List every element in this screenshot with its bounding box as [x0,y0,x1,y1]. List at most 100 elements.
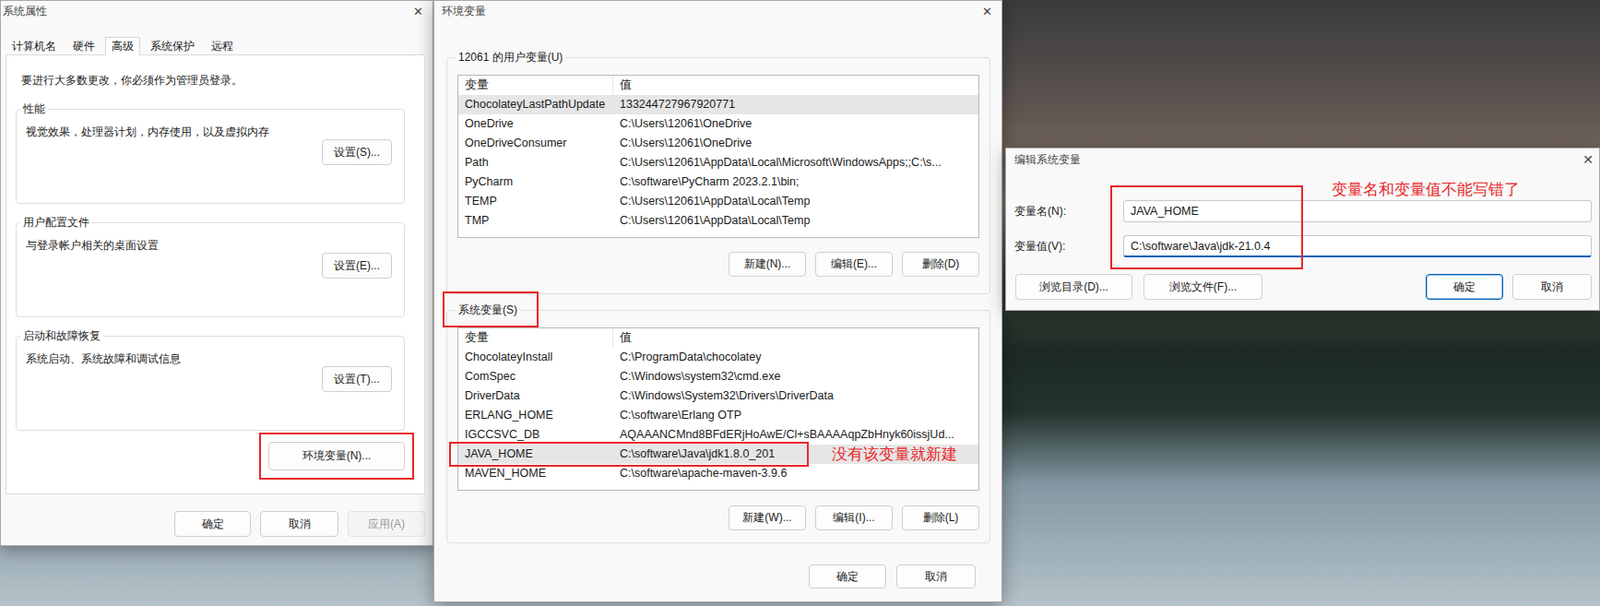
table-header: 变量值 [458,75,979,95]
dialog-buttons: 浏览目录(D)... 浏览文件(F)... 确定取消 [1006,273,1600,300]
section-button[interactable]: 新建(W)... [728,505,806,531]
annotation-box [1110,185,1304,270]
variable-name: TMP [458,211,614,231]
settings-button[interactable]: 设置(S)... [321,139,392,166]
variable-name: TEMP [458,191,614,212]
dialog-button[interactable]: 确定 [808,564,887,589]
variable-name: PyCharm [458,172,614,192]
section-label: 12061 的用户变量(U) [455,49,566,65]
table-row[interactable]: OneDriveC:\Users\12061\OneDrive [458,114,979,134]
variable-name: IGCCSVC_DB [458,425,614,445]
dialog-button: 应用(A) [347,510,426,537]
group-buttons: 设置(T)... [25,366,392,392]
table-row[interactable]: ChocolateyInstallC:\ProgramData\chocolat… [458,347,979,368]
variable-name: ChocolateyInstall [458,347,614,368]
dialog-button[interactable]: 确定 [1425,273,1504,300]
column-header[interactable]: 变量 [458,328,614,348]
variable-value: C:\Users\12061\AppData\Local\Temp [613,211,979,231]
window-title: 编辑系统变量 [1014,152,1081,168]
env-button-row: 环境变量(N)... [15,441,405,471]
table-row[interactable]: PathC:\Users\12061\AppData\Local\Microso… [458,153,979,173]
group-label: 性能 [20,101,48,117]
variable-value: C:\ProgramData\chocolatey [613,347,979,368]
dialog-button[interactable]: 取消 [1512,273,1592,300]
tab-panel: 要进行大多数更改，你必须作为管理员登录。性能视觉效果，处理器计划，内存使用，以及… [5,54,426,495]
section-button[interactable]: 编辑(I)... [815,505,893,531]
section-buttons: 新建(N)... 编辑(E)... 删除(D) [457,251,980,277]
table-row[interactable]: OneDriveConsumerC:\Users\12061\OneDrive [458,133,979,154]
tab[interactable]: 系统保护 [143,36,202,55]
annotation-text: 没有该变量就新建 [831,446,958,463]
variable-name-input[interactable]: JAVA_HOME [1123,200,1592,223]
dialog-button[interactable]: 确定 [174,510,251,537]
variable-name: OneDrive [458,114,614,134]
variable-name: ChocolateyLastPathUpdate [458,94,614,115]
tab[interactable]: 硬件 [66,36,102,55]
window-title: 环境变量 [441,3,486,20]
variable-name: ERLANG_HOME [458,405,614,426]
variable-value: C:\Users\12061\OneDrive [613,133,979,154]
variable-value: C:\Windows\system32\cmd.exe [613,367,979,387]
browse-button[interactable]: 浏览文件(F)... [1143,273,1263,300]
button-spacer [1273,273,1415,300]
section-button[interactable]: 删除(L) [901,505,980,531]
table-row[interactable]: TMPC:\Users\12061\AppData\Local\Temp [458,211,979,231]
settings-group: 启动和故障恢复系统启动、系统故障和调试信息设置(T)... [15,328,405,431]
variable-value: 133244727967920771 [613,94,979,115]
table-row[interactable]: TEMPC:\Users\12061\AppData\Local\Temp [458,191,979,212]
dialog-button[interactable]: 取消 [260,510,339,537]
table-row[interactable]: PyCharmC:\software\PyCharm 2023.2.1\bin; [458,172,979,192]
variables-section: 系统变量(S) 变量值ChocolateyInstallC:\ProgramDat… [446,302,991,544]
table-row[interactable]: ERLANG_HOMEC:\software\Erlang OTP [458,405,979,426]
field-row: 变量值(V):C:\software\Java\jdk-21.0.4 [1006,235,1600,258]
variable-name: MAVEN_HOME [458,463,614,484]
group-buttons: 设置(S)... [25,139,392,166]
admin-notice: 要进行大多数更改，你必须作为管理员登录。 [21,72,425,88]
settings-button[interactable]: 设置(T)... [321,366,392,392]
tab-bar: 计算机名硬件高级系统保护远程 [0,36,433,55]
table-row[interactable]: DriverDataC:\Windows\System32\Drivers\Dr… [458,386,979,406]
annotation-text: 变量名和变量值不能写错了 [1331,181,1520,198]
edit-system-variable-window: 编辑系统变量 ✕ 变量名(N):JAVA_HOME 变量值(V):C:\softwar… [1005,147,1600,311]
table-row[interactable]: MAVEN_HOMEC:\software\apache-maven-3.9.6 [458,463,979,484]
browse-button[interactable]: 浏览目录(D)... [1015,273,1133,300]
environment-variables-button[interactable]: 环境变量(N)... [268,441,405,471]
table-row[interactable]: IGCCSVC_DBAQAAANCMnd8BFdERjHoAwE/Cl+sBAA… [458,425,979,445]
section-button[interactable]: 删除(D) [901,251,980,277]
variable-value: C:\software\PyCharm 2023.2.1\bin; [613,172,979,192]
tab[interactable]: 远程 [204,36,240,55]
group-description: 与登录帐户相关的桌面设置 [25,237,392,253]
column-header[interactable]: 变量 [458,75,614,95]
variable-value-input[interactable]: C:\software\Java\jdk-21.0.4 [1123,235,1592,258]
section-label: 系统变量(S) [455,302,521,318]
column-header[interactable]: 值 [613,328,979,348]
section-button[interactable]: 新建(N)... [728,251,806,277]
close-button[interactable]: ✕ [980,4,995,19]
close-button[interactable]: ✕ [411,4,426,19]
dialog-button[interactable]: 取消 [896,564,976,589]
variable-value: C:\Users\12061\AppData\Local\Temp [613,191,979,212]
table-row[interactable]: ChocolateyLastPathUpdate1332447279679207… [458,94,979,115]
annotation-box [442,291,539,328]
table-header: 变量值 [458,328,979,348]
variable-value: AQAAANCMnd8BFdERjHoAwE/Cl+sBAAAAqpZbHnyk… [613,425,979,445]
settings-button[interactable]: 设置(E)... [321,252,392,279]
environment-variables-window: 环境变量✕12061 的用户变量(U)变量值ChocolateyLastPath… [433,0,1003,603]
section-button[interactable]: 编辑(E)... [815,251,893,277]
table-row[interactable]: ComSpecC:\Windows\system32\cmd.exe [458,367,979,387]
group-buttons: 设置(E)... [25,252,392,279]
tab[interactable]: 高级 [105,36,141,56]
variable-value: C:\software\apache-maven-3.9.6 [613,463,979,484]
close-button[interactable]: ✕ [1580,152,1596,167]
settings-group: 性能视觉效果，处理器计划，内存使用，以及虚拟内存设置(S)... [15,101,405,204]
variables-table: 变量值ChocolateyInstallC:\ProgramData\choco… [457,327,980,491]
group-description: 系统启动、系统故障和调试信息 [25,351,392,367]
tab[interactable]: 计算机名 [5,36,63,55]
section-buttons: 新建(W)... 编辑(I)... 删除(L) [457,505,980,531]
group-label: 用户配置文件 [20,214,93,230]
variable-name: DriverData [458,386,614,406]
annotation-box [449,441,809,467]
field-row: 变量名(N):JAVA_HOME [1006,200,1600,223]
column-header[interactable]: 值 [613,75,979,95]
title-bar: 系统属性✕ [0,0,433,22]
